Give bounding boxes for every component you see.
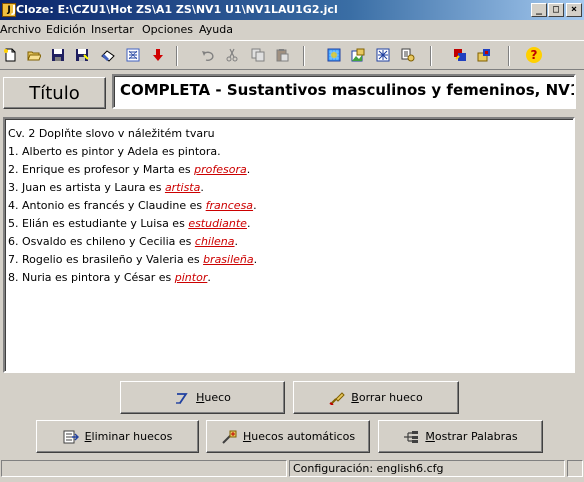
exercise-text-area[interactable]: Cv. 2 Doplňte slovo v náležitém tvaru 1.… (3, 117, 575, 373)
menu-insertar[interactable]: Insertar (91, 23, 134, 36)
word-list-icon (404, 430, 419, 443)
huecos-automaticos-button[interactable]: Huecos automáticos (206, 420, 370, 453)
hueco-button[interactable]: Hueco (120, 381, 285, 414)
line-text: 3. Juan es artista y Laura es (8, 181, 165, 194)
gap-word[interactable]: profesora (194, 163, 247, 176)
line-text: 8. Nuria es pintora y César es (8, 271, 175, 284)
title-field[interactable]: COMPLETA - Sustantivos masculinos y feme… (112, 74, 576, 109)
gap-word[interactable]: artista (165, 181, 200, 194)
gap-word[interactable]: estudiante (188, 217, 247, 230)
exercise-line: 1. Alberto es pintor y Adela es pintora. (8, 143, 570, 161)
line-end: . (207, 271, 211, 284)
line-text: 4. Antonio es francés y Claudine es (8, 199, 206, 212)
window-title: JCloze: E:\CZU1\Hot ZS\A1 ZS\NV1 U1\NV1L… (12, 3, 338, 16)
copy-icon[interactable] (248, 45, 268, 65)
line-end: . (234, 235, 239, 248)
help-icon[interactable]: ? (524, 45, 544, 65)
paste-icon[interactable] (272, 45, 292, 65)
toolbar-separator (508, 46, 510, 66)
new-file-icon[interactable] (0, 45, 20, 65)
undo-icon[interactable] (198, 45, 218, 65)
status-left (1, 460, 287, 477)
mostrar-palabras-label: Mostrar Palabras (425, 430, 518, 443)
gap-word[interactable]: brasileña (203, 253, 254, 266)
gap-word[interactable]: francesa (206, 199, 253, 212)
save-as-icon[interactable] (72, 45, 92, 65)
settings-icon[interactable] (373, 45, 393, 65)
borrar-hueco-label: Borrar hueco (351, 391, 423, 404)
maximize-button[interactable]: □ (548, 3, 564, 17)
down-arrow-icon[interactable] (148, 45, 168, 65)
gap-word[interactable]: chilena (195, 235, 235, 248)
line-end: . (246, 217, 251, 230)
clear-gaps-icon (63, 430, 79, 443)
menu-archivo[interactable]: Archivo (0, 23, 41, 36)
eraser-icon[interactable] (98, 45, 118, 65)
exercise-line: 8. Nuria es pintora y César es pintor. (8, 269, 570, 287)
web-page-icon[interactable] (324, 45, 344, 65)
cut-icon[interactable] (222, 45, 242, 65)
borrar-hueco-button[interactable]: Borrar hueco (293, 381, 459, 414)
status-bar: Configuración: english6.cfg (0, 458, 584, 478)
menu-ayuda[interactable]: Ayuda (199, 23, 233, 36)
gap-icon (176, 392, 188, 404)
config-status: Configuración: english6.cfg (289, 460, 565, 477)
exercise-line: 5. Elián es estudiante y Luisa es estudi… (8, 215, 570, 233)
menu-opciones[interactable]: Opciones (142, 23, 193, 36)
line-text: 1. Alberto es pintor y Adela es pintora. (8, 145, 221, 158)
gap-tool-icon[interactable] (398, 45, 418, 65)
exercise-line: 4. Antonio es francés y Claudine es fran… (8, 197, 570, 215)
menu-bar: Archivo Edición Insertar Opciones Ayuda (0, 20, 584, 39)
toolbar: ? (0, 40, 584, 70)
toolbar-separator (430, 46, 432, 66)
line-end: . (253, 253, 258, 266)
line-end: . (246, 163, 251, 176)
title-label: Título (3, 77, 106, 109)
exercise-line: 6. Osvaldo es chileno y Cecilia es chile… (8, 233, 570, 251)
exercise-line: 7. Rogelio es brasileño y Valeria es bra… (8, 251, 570, 269)
broom-icon (329, 391, 346, 405)
magic-wand-icon (222, 430, 237, 444)
minimize-button[interactable]: _ (531, 3, 547, 17)
flash-icon[interactable] (450, 45, 470, 65)
export-icon[interactable] (123, 45, 143, 65)
toolbar-separator (303, 46, 305, 66)
exercise-line: 3. Juan es artista y Laura es artista. (8, 179, 570, 197)
help-question-glyph: ? (526, 47, 542, 63)
instruction-line: Cv. 2 Doplňte slovo v náležitém tvaru (8, 127, 215, 140)
line-text: 5. Elián es estudiante y Luisa es (8, 217, 189, 230)
open-folder-icon[interactable] (24, 45, 44, 65)
hueco-label: Hueco (196, 391, 231, 404)
eliminar-huecos-label: Eliminar huecos (84, 430, 173, 443)
image-icon[interactable] (348, 45, 368, 65)
exercise-line: 2. Enrique es profesor y Marta es profes… (8, 161, 570, 179)
menu-edicion[interactable]: Edición (46, 23, 86, 36)
toolbar-separator (176, 46, 178, 66)
mostrar-palabras-button[interactable]: Mostrar Palabras (378, 420, 543, 453)
line-end: . (253, 199, 257, 212)
huecos-automaticos-label: Huecos automáticos (242, 430, 356, 443)
line-text: 2. Enrique es profesor y Marta es (8, 163, 195, 176)
gap-word[interactable]: pintor (175, 271, 208, 284)
eliminar-huecos-button[interactable]: Eliminar huecos (36, 420, 199, 453)
save-icon[interactable] (48, 45, 68, 65)
line-text: 6. Osvaldo es chileno y Cecilia es (8, 235, 195, 248)
title-bar: J JCloze: E:\CZU1\Hot ZS\A1 ZS\NV1 U1\NV… (0, 0, 584, 20)
close-button[interactable]: × (566, 3, 582, 17)
line-text: 7. Rogelio es brasileño y Valeria es (8, 253, 204, 266)
line-end: . (200, 181, 204, 194)
status-right (567, 460, 583, 477)
html-export-icon[interactable] (474, 45, 494, 65)
